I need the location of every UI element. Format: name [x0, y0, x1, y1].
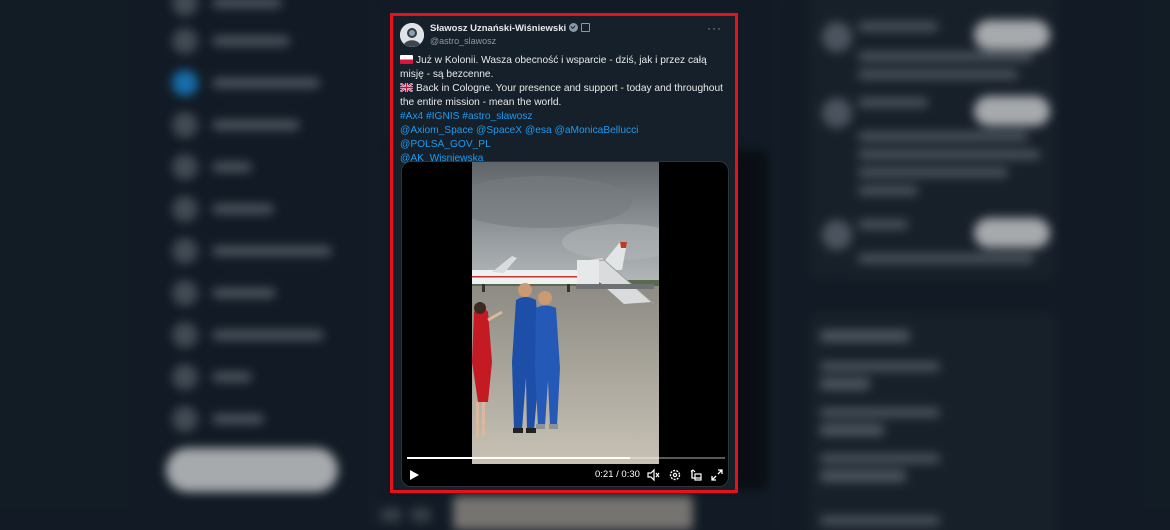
author-name[interactable]: Sławosz Uznański-Wiśniewski	[430, 23, 566, 34]
video-scene-image	[472, 162, 659, 464]
video-progress-bar[interactable]	[407, 457, 725, 459]
tweet-text-english: Back in Cologne. Your presence and suppo…	[400, 83, 723, 108]
video-player[interactable]: 0:21 / 0:30	[401, 161, 729, 487]
volume-muted-icon[interactable]	[646, 468, 660, 482]
affiliation-badge-icon	[581, 23, 591, 32]
poland-flag-icon	[400, 55, 413, 64]
tweet-hashtags[interactable]: #Ax4 #IGNIS #astro_slawosz	[400, 110, 728, 124]
tweet-card[interactable]: Sławosz Uznański-Wiśniewski @astro_slawo…	[393, 16, 735, 490]
picture-in-picture-icon[interactable]	[689, 468, 703, 482]
tweet-text: Już w Kolonii. Wasza obecność i wsparcie…	[400, 54, 728, 166]
video-progress-fill	[407, 457, 630, 459]
tweet-header: Sławosz Uznański-Wiśniewski @astro_slawo…	[400, 19, 728, 49]
more-options-button[interactable]: ···	[707, 21, 722, 35]
video-controls: 0:21 / 0:30	[402, 464, 728, 486]
author-avatar[interactable]	[400, 23, 424, 47]
video-time: 0:21 / 0:30	[595, 469, 640, 480]
verified-badge-icon	[569, 23, 579, 32]
fullscreen-icon[interactable]	[710, 468, 724, 482]
tweet-mentions[interactable]: @Axiom_Space @SpaceX @esa @aMonicaBelluc…	[400, 124, 728, 152]
video-frame	[472, 162, 659, 464]
author-name-row[interactable]: Sławosz Uznański-Wiśniewski	[430, 23, 591, 34]
uk-flag-icon	[400, 83, 413, 92]
tweet-text-polish: Już w Kolonii. Wasza obecność i wsparcie…	[400, 55, 707, 80]
author-handle[interactable]: @astro_slawosz	[430, 36, 496, 46]
highlighted-tweet-frame: Sławosz Uznański-Wiśniewski @astro_slawo…	[390, 13, 738, 493]
settings-icon[interactable]	[668, 468, 682, 482]
play-icon[interactable]	[410, 470, 419, 480]
